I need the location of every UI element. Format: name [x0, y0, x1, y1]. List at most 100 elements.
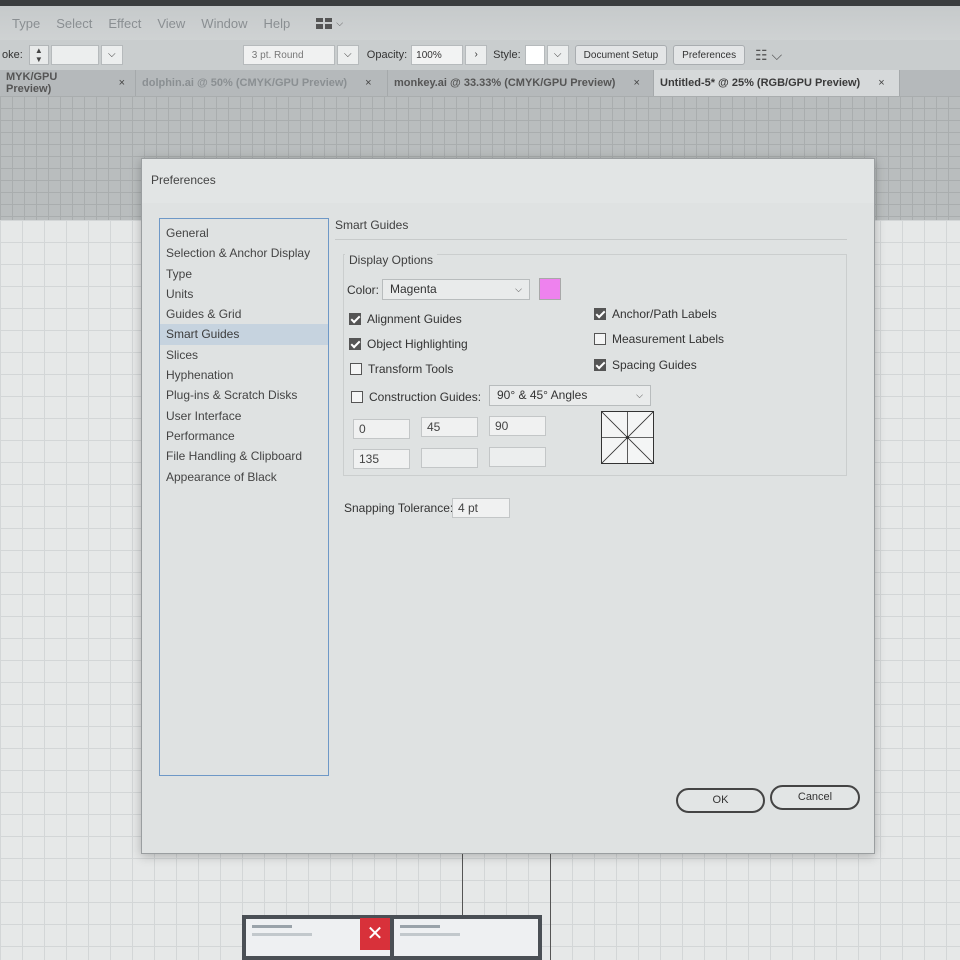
cancel-button[interactable]: Cancel	[770, 785, 860, 810]
spacing-guides-label: Spacing Guides	[612, 358, 697, 372]
stroke-weight-input[interactable]	[50, 45, 99, 65]
nav-item-file-handling-clipboard[interactable]: File Handling & Clipboard	[160, 446, 328, 466]
tab-label: Untitled-5* @ 25% (RGB/GPU Preview)	[660, 77, 861, 89]
opacity-arrow-button[interactable]: ›	[465, 45, 488, 65]
color-select-value: Magenta	[390, 282, 437, 296]
tab-label: MYK/GPU Preview)	[6, 71, 58, 95]
document-setup-button[interactable]: Document Setup	[574, 45, 668, 65]
preferences-nav-list: General Selection & Anchor Display Type …	[159, 218, 329, 776]
taskbar-preview[interactable]	[242, 915, 542, 960]
tab-dolphin[interactable]: dolphin.ai @ 50% (CMYK/GPU Preview) ×	[136, 70, 388, 96]
close-icon[interactable]: ×	[878, 77, 884, 89]
tab-untitled-5[interactable]: Untitled-5* @ 25% (RGB/GPU Preview) ×	[654, 70, 900, 96]
close-icon[interactable]: ×	[365, 77, 371, 89]
checkbox-unchecked-icon	[350, 363, 362, 375]
anchor-path-labels-label: Anchor/Path Labels	[612, 307, 717, 321]
angle-field-1[interactable]: 0	[353, 419, 410, 439]
preferences-button[interactable]: Preferences	[673, 45, 746, 65]
angles-preset-select[interactable]: 90° & 45° Angles ⌵	[489, 385, 651, 406]
object-highlighting-checkbox[interactable]: Object Highlighting	[349, 337, 468, 351]
canvas-guide-line	[550, 840, 551, 960]
nav-item-selection-anchor-display[interactable]: Selection & Anchor Display	[160, 243, 328, 263]
style-label: Style:	[493, 49, 521, 61]
close-icon[interactable]: ×	[633, 77, 639, 89]
stroke-profile-value: 3 pt. Round	[251, 49, 304, 61]
preferences-dialog: Preferences General Selection & Anchor D…	[141, 158, 875, 854]
color-swatch[interactable]	[539, 278, 561, 300]
menu-bar: Type Select Effect View Window Help ⌵	[0, 0, 960, 40]
nav-item-appearance-of-black[interactable]: Appearance of Black	[160, 467, 328, 487]
chevron-down-icon: ⌵	[336, 17, 344, 28]
snapping-tolerance-label: Snapping Tolerance:	[344, 501, 454, 515]
snapping-tolerance-input[interactable]: 4 pt	[452, 498, 510, 518]
construction-guides-label: Construction Guides:	[369, 390, 482, 404]
opacity-input[interactable]: 100%	[411, 45, 464, 65]
angle-field-6[interactable]	[489, 447, 546, 467]
stroke-weight-dropdown[interactable]: ⌵	[100, 45, 123, 65]
checkbox-checked-icon	[349, 338, 361, 350]
nav-item-user-interface[interactable]: User Interface	[160, 406, 328, 426]
control-bar: oke: ▲ ▼ ⌵ 3 pt. Round ⌵ Opacity: 100% › …	[0, 40, 960, 70]
nav-item-plugins-scratch-disks[interactable]: Plug-ins & Scratch Disks	[160, 385, 328, 405]
stroke-weight-stepper[interactable]: ▲ ▼	[28, 45, 49, 65]
measurement-labels-checkbox[interactable]: Measurement Labels	[594, 332, 724, 346]
anchor-path-labels-checkbox[interactable]: Anchor/Path Labels	[594, 307, 717, 321]
angle-field-5[interactable]	[421, 448, 478, 468]
opacity-label: Opacity:	[366, 49, 408, 61]
nav-item-units[interactable]: Units	[160, 284, 328, 304]
document-tabs: MYK/GPU Preview) × dolphin.ai @ 50% (CMY…	[0, 70, 960, 96]
angles-preset-value: 90° & 45° Angles	[497, 388, 588, 402]
arrange-icon[interactable]: ☷ ⌵	[755, 47, 782, 64]
color-select[interactable]: Magenta ⌵	[382, 279, 530, 300]
menu-window[interactable]: Window	[193, 16, 255, 31]
stroke-profile-dropdown[interactable]: ⌵	[336, 45, 359, 65]
menu-help[interactable]: Help	[256, 16, 299, 31]
spacing-guides-checkbox[interactable]: Spacing Guides	[594, 358, 697, 372]
chevron-down-icon: ⌵	[515, 284, 522, 294]
tab-document-1[interactable]: MYK/GPU Preview) ×	[0, 70, 136, 96]
checkbox-checked-icon	[594, 308, 606, 320]
checkbox-unchecked-icon	[351, 391, 363, 403]
chevron-down-icon: ⌵	[636, 390, 643, 400]
workspace-grid-icon	[316, 17, 333, 29]
transform-tools-label: Transform Tools	[368, 362, 454, 376]
angle-field-3[interactable]: 90	[489, 416, 546, 436]
stroke-profile-select[interactable]: 3 pt. Round	[242, 45, 335, 65]
menu-effect[interactable]: Effect	[100, 16, 149, 31]
window-thumbnail[interactable]	[394, 919, 538, 956]
tab-label: dolphin.ai @ 50% (CMYK/GPU Preview)	[142, 77, 348, 89]
nav-item-guides-grid[interactable]: Guides & Grid	[160, 304, 328, 324]
style-dropdown[interactable]: ⌵	[546, 45, 569, 65]
nav-item-type[interactable]: Type	[160, 264, 328, 284]
nav-item-performance[interactable]: Performance	[160, 426, 328, 446]
nav-item-hyphenation[interactable]: Hyphenation	[160, 365, 328, 385]
display-options-title: Display Options	[345, 253, 438, 267]
checkbox-checked-icon	[594, 359, 606, 371]
close-icon[interactable]: ✕	[360, 918, 390, 950]
workspace-switcher[interactable]: ⌵	[316, 17, 344, 29]
tab-monkey[interactable]: monkey.ai @ 33.33% (CMYK/GPU Preview) ×	[388, 70, 654, 96]
angle-field-4[interactable]: 135	[353, 449, 410, 469]
tab-label: monkey.ai @ 33.33% (CMYK/GPU Preview)	[394, 77, 616, 89]
style-swatch[interactable]	[524, 45, 545, 65]
dialog-title: Preferences	[142, 159, 874, 203]
close-icon[interactable]: ×	[119, 77, 125, 89]
object-highlighting-label: Object Highlighting	[367, 337, 468, 351]
measurement-labels-label: Measurement Labels	[612, 332, 725, 346]
ok-button[interactable]: OK	[676, 788, 765, 813]
color-label: Color:	[347, 283, 380, 297]
nav-item-slices[interactable]: Slices	[160, 345, 328, 365]
checkbox-unchecked-icon	[594, 333, 606, 345]
nav-item-general[interactable]: General	[160, 223, 328, 243]
angle-field-2[interactable]: 45	[421, 417, 478, 437]
stroke-label: oke:	[2, 49, 23, 61]
checkbox-checked-icon	[349, 313, 361, 325]
construction-guides-checkbox[interactable]: Construction Guides:	[351, 390, 481, 404]
menu-select[interactable]: Select	[48, 16, 100, 31]
alignment-guides-checkbox[interactable]: Alignment Guides	[349, 312, 462, 326]
section-title: Smart Guides	[335, 218, 847, 240]
transform-tools-checkbox[interactable]: Transform Tools	[350, 362, 453, 376]
menu-type[interactable]: Type	[4, 16, 48, 31]
nav-item-smart-guides[interactable]: Smart Guides	[160, 324, 328, 345]
menu-view[interactable]: View	[149, 16, 193, 31]
